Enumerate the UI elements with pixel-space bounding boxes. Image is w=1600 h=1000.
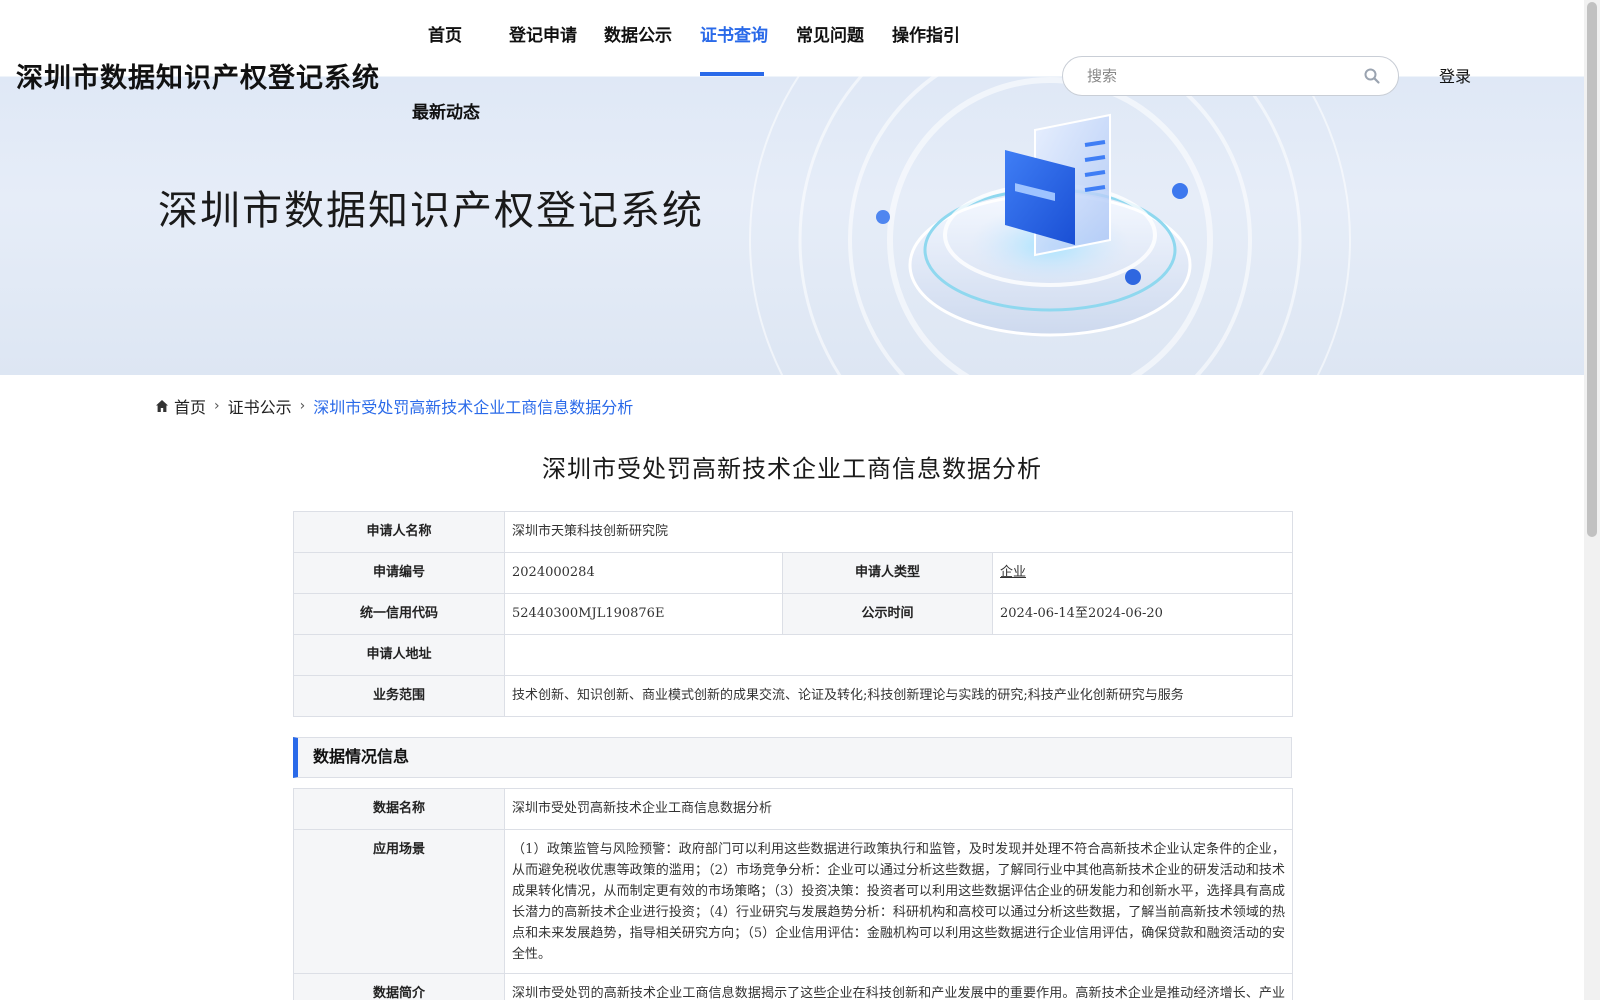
vertical-scrollbar[interactable] [1584, 0, 1600, 1000]
credit-code-value: 52440300MJL190876E [504, 593, 783, 635]
nav-item-guide[interactable]: 操作指引 [892, 24, 960, 48]
table-row: 业务范围 技术创新、知识创新、商业模式创新的成果交流、论证及转化;科技创新理论与… [293, 675, 1294, 717]
application-scenario-value: （1）政策监管与风险预警：政府部门可以利用这些数据进行政策执行和监管，及时发现并… [504, 829, 1293, 974]
hero-title: 深圳市数据知识产权登记系统 [158, 188, 704, 234]
page-title: 深圳市受处罚高新技术企业工商信息数据分析 [542, 455, 1042, 483]
application-number-value: 2024000284 [504, 552, 783, 594]
login-link[interactable]: 登录 [1439, 63, 1471, 87]
chevron-right-icon: › [214, 398, 220, 414]
table-row: 数据名称 深圳市受处罚高新技术企业工商信息数据分析 [293, 788, 1293, 830]
publish-time-value: 2024-06-14至2024-06-20 [991, 593, 1294, 635]
nav-item-certificate-query[interactable]: 证书查询 [700, 24, 768, 48]
breadcrumb: 首页 › 证书公示 › 深圳市受处罚高新技术企业工商信息数据分析 [155, 395, 633, 417]
application-scenario-label: 应用场景 [293, 829, 505, 974]
table-row: 申请人名称 深圳市天策科技创新研究院 [293, 511, 1294, 553]
data-name-label: 数据名称 [293, 788, 505, 830]
scrollbar-thumb[interactable] [1587, 2, 1597, 537]
applicant-info-table: 申请人名称 深圳市天策科技创新研究院 申请编号 2024000284 申请人类型… [293, 511, 1294, 717]
data-intro-label: 数据简介 [293, 973, 505, 1000]
nav-item-news[interactable]: 最新动态 [412, 101, 480, 125]
breadcrumb-home[interactable]: 首页 [174, 394, 206, 418]
nav-item-faq[interactable]: 常见问题 [796, 24, 864, 48]
credit-code-label: 统一信用代码 [293, 593, 505, 635]
main-nav: 首页 登记申请 数据公示 证书查询 常见问题 操作指引 最新动态 [0, 0, 1000, 130]
applicant-type-cell: 企业 [991, 552, 1294, 594]
table-row: 申请编号 2024000284 申请人类型 企业 [293, 552, 1294, 594]
applicant-type-label: 申请人类型 [782, 552, 993, 594]
business-scope-value: 技术创新、知识创新、商业模式创新的成果交流、论证及转化;科技创新理论与实践的研究… [503, 675, 1294, 717]
data-intro-value: 深圳市受处罚的高新技术企业工商信息数据揭示了这些企业在科技创新和产业发展中的重要… [504, 973, 1293, 1000]
business-scope-label: 业务范围 [293, 675, 505, 717]
applicant-type-value[interactable]: 企业 [1000, 565, 1026, 580]
applicant-address-label: 申请人地址 [293, 634, 505, 676]
hero-banner: 深圳市数据知识产权登记系统 首页 登记申请 数据公示 证书查询 常见问题 操作指… [0, 0, 1584, 375]
data-name-value: 深圳市受处罚高新技术企业工商信息数据分析 [504, 788, 1293, 830]
applicant-name-value: 深圳市天策科技创新研究院 [503, 511, 1294, 553]
applicant-address-value [503, 634, 1294, 676]
table-row: 应用场景 （1）政策监管与风险预警：政府部门可以利用这些数据进行政策执行和监管，… [293, 829, 1293, 974]
application-number-label: 申请编号 [293, 552, 505, 594]
data-info-table: 数据名称 深圳市受处罚高新技术企业工商信息数据分析 应用场景 （1）政策监管与风… [293, 788, 1293, 1000]
nav-item-register[interactable]: 登记申请 [509, 24, 577, 48]
table-row: 数据简介 深圳市受处罚的高新技术企业工商信息数据揭示了这些企业在科技创新和产业发… [293, 973, 1293, 1000]
search-box [1062, 56, 1399, 96]
home-icon [156, 400, 168, 412]
nav-item-data-publicity[interactable]: 数据公示 [604, 24, 672, 48]
applicant-name-label: 申请人名称 [293, 511, 505, 553]
table-row: 申请人地址 [293, 634, 1294, 676]
nav-item-home[interactable]: 首页 [428, 24, 462, 48]
search-icon[interactable] [1363, 67, 1381, 85]
table-row: 统一信用代码 52440300MJL190876E 公示时间 2024-06-1… [293, 593, 1294, 635]
search-input[interactable] [1087, 65, 1347, 87]
data-info-section-header: 数据情况信息 [293, 737, 1292, 778]
chevron-right-icon: › [299, 398, 306, 414]
publish-time-label: 公示时间 [782, 593, 993, 635]
nav-active-indicator [700, 72, 764, 76]
breadcrumb-current: 深圳市受处罚高新技术企业工商信息数据分析 [313, 398, 634, 417]
breadcrumb-section[interactable]: 证书公示 [228, 394, 292, 418]
